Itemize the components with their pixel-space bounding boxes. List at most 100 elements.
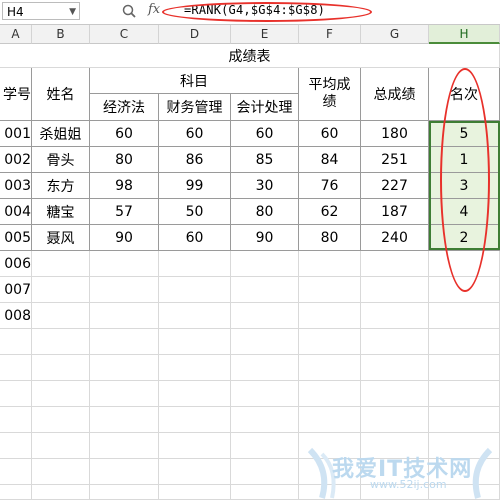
- cell-id[interactable]: 005: [0, 225, 32, 251]
- empty-cell[interactable]: [429, 407, 500, 433]
- empty-cell[interactable]: [231, 355, 299, 381]
- name-box[interactable]: H4 ▼: [2, 2, 80, 20]
- column-header-f[interactable]: F: [299, 25, 361, 44]
- empty-cell[interactable]: [32, 303, 90, 329]
- empty-cell[interactable]: [32, 485, 90, 500]
- cell-avg[interactable]: 76: [299, 173, 361, 199]
- row-id-007[interactable]: 007: [0, 277, 32, 303]
- column-header-d[interactable]: D: [159, 25, 231, 44]
- empty-cell[interactable]: [159, 303, 231, 329]
- cell-total[interactable]: 180: [361, 121, 429, 147]
- empty-cell[interactable]: [231, 485, 299, 500]
- cell-name[interactable]: 糖宝: [32, 199, 90, 225]
- empty-cell[interactable]: [299, 407, 361, 433]
- empty-cell[interactable]: [159, 277, 231, 303]
- empty-cell[interactable]: [299, 329, 361, 355]
- empty-cell[interactable]: [231, 329, 299, 355]
- cell-s3[interactable]: 30: [231, 173, 299, 199]
- column-header-e[interactable]: E: [231, 25, 299, 44]
- cell-id[interactable]: 003: [0, 173, 32, 199]
- cell-s2[interactable]: 50: [159, 199, 231, 225]
- empty-cell[interactable]: [429, 355, 500, 381]
- empty-cell[interactable]: [361, 277, 429, 303]
- empty-cell[interactable]: [32, 329, 90, 355]
- cell-s3[interactable]: 85: [231, 147, 299, 173]
- empty-cell[interactable]: [361, 329, 429, 355]
- column-header-g[interactable]: G: [361, 25, 429, 44]
- empty-cell[interactable]: [0, 459, 32, 485]
- empty-cell[interactable]: [299, 303, 361, 329]
- empty-cell[interactable]: [361, 303, 429, 329]
- empty-cell[interactable]: [231, 433, 299, 459]
- empty-cell[interactable]: [299, 251, 361, 277]
- column-header-h[interactable]: H: [429, 25, 500, 44]
- empty-cell[interactable]: [361, 355, 429, 381]
- cell-s1[interactable]: 57: [90, 199, 159, 225]
- cell-s2[interactable]: 86: [159, 147, 231, 173]
- empty-cell[interactable]: [159, 433, 231, 459]
- cell-s2[interactable]: 60: [159, 121, 231, 147]
- cell-total[interactable]: 187: [361, 199, 429, 225]
- empty-cell[interactable]: [90, 251, 159, 277]
- header-total[interactable]: 总成绩: [361, 68, 429, 121]
- empty-cell[interactable]: [90, 277, 159, 303]
- empty-cell[interactable]: [32, 459, 90, 485]
- cell-total[interactable]: 251: [361, 147, 429, 173]
- empty-cell[interactable]: [231, 459, 299, 485]
- cell-s3[interactable]: 90: [231, 225, 299, 251]
- cell-s1[interactable]: 90: [90, 225, 159, 251]
- empty-cell[interactable]: [299, 277, 361, 303]
- empty-cell[interactable]: [32, 355, 90, 381]
- cell-s1[interactable]: 98: [90, 173, 159, 199]
- empty-cell[interactable]: [361, 381, 429, 407]
- fx-icon[interactable]: fx: [148, 2, 160, 17]
- sheet-title[interactable]: 成绩表: [0, 44, 500, 68]
- empty-cell[interactable]: [0, 485, 32, 500]
- cell-name[interactable]: 骨头: [32, 147, 90, 173]
- row-id-008[interactable]: 008: [0, 303, 32, 329]
- header-subject-3[interactable]: 会计处理: [231, 94, 299, 121]
- cell-s1[interactable]: 60: [90, 121, 159, 147]
- cell-s3[interactable]: 80: [231, 199, 299, 225]
- header-id[interactable]: 学号: [0, 68, 32, 121]
- header-subject-1[interactable]: 经济法: [90, 94, 159, 121]
- cell-name[interactable]: 聂风: [32, 225, 90, 251]
- cell-s2[interactable]: 60: [159, 225, 231, 251]
- empty-cell[interactable]: [90, 355, 159, 381]
- header-average[interactable]: 平均成绩: [299, 68, 361, 121]
- cell-id[interactable]: 002: [0, 147, 32, 173]
- empty-cell[interactable]: [429, 303, 500, 329]
- header-name[interactable]: 姓名: [32, 68, 90, 121]
- chevron-down-icon[interactable]: ▼: [69, 3, 76, 21]
- cell-avg[interactable]: 84: [299, 147, 361, 173]
- empty-cell[interactable]: [0, 381, 32, 407]
- cell-s1[interactable]: 80: [90, 147, 159, 173]
- row-id-006[interactable]: 006: [0, 251, 32, 277]
- cell-id[interactable]: 001: [0, 121, 32, 147]
- empty-cell[interactable]: [231, 303, 299, 329]
- empty-cell[interactable]: [0, 433, 32, 459]
- empty-cell[interactable]: [299, 381, 361, 407]
- cell-avg[interactable]: 60: [299, 121, 361, 147]
- cell-name[interactable]: 杀姐姐: [32, 121, 90, 147]
- cell-avg[interactable]: 62: [299, 199, 361, 225]
- empty-cell[interactable]: [159, 381, 231, 407]
- empty-cell[interactable]: [231, 381, 299, 407]
- empty-cell[interactable]: [90, 433, 159, 459]
- empty-cell[interactable]: [361, 407, 429, 433]
- empty-cell[interactable]: [32, 433, 90, 459]
- cell-s3[interactable]: 60: [231, 121, 299, 147]
- header-subject-2[interactable]: 财务管理: [159, 94, 231, 121]
- empty-cell[interactable]: [429, 329, 500, 355]
- empty-cell[interactable]: [32, 407, 90, 433]
- empty-cell[interactable]: [90, 459, 159, 485]
- empty-cell[interactable]: [159, 407, 231, 433]
- empty-cell[interactable]: [231, 277, 299, 303]
- cell-name[interactable]: 东方: [32, 173, 90, 199]
- zoom-search-icon[interactable]: [121, 3, 137, 19]
- empty-cell[interactable]: [0, 329, 32, 355]
- empty-cell[interactable]: [159, 459, 231, 485]
- empty-cell[interactable]: [159, 485, 231, 500]
- empty-cell[interactable]: [90, 407, 159, 433]
- empty-cell[interactable]: [159, 251, 231, 277]
